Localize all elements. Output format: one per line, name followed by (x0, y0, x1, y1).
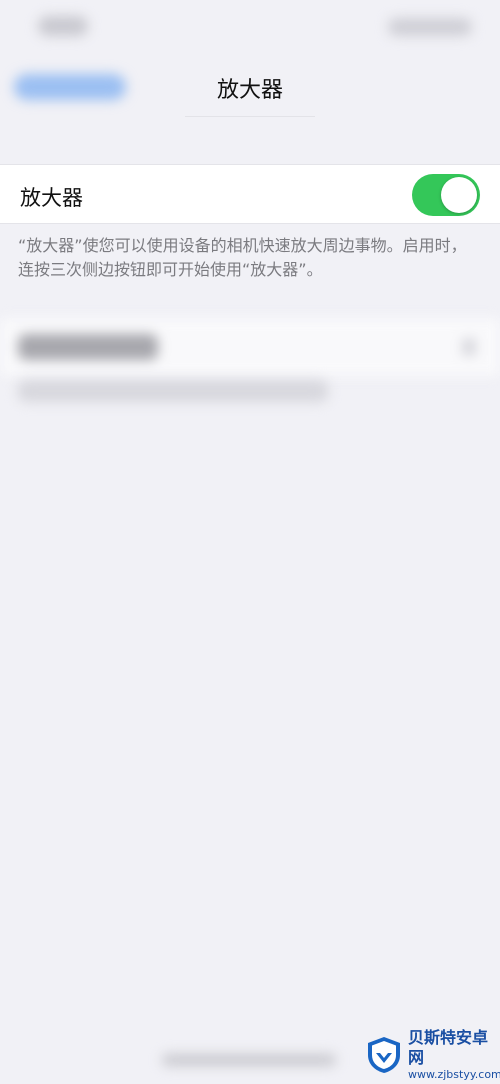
nav-divider (185, 116, 315, 117)
magnifier-setting-row: 放大器 (0, 164, 500, 224)
blurred-setting-row[interactable] (0, 318, 500, 376)
page-title: 放大器 (216, 78, 283, 103)
home-indicator (162, 1054, 336, 1066)
watermark-logo: 贝斯特安卓网 www.zjbstyy.com (364, 1028, 500, 1081)
status-time (38, 16, 88, 36)
blurred-description (18, 380, 328, 402)
watermark-url: www.zjbstyy.com (408, 1068, 500, 1081)
chevron-right-icon (462, 338, 476, 356)
navigation-bar: 放大器 (0, 54, 500, 120)
watermark-brand: 贝斯特安卓网 (408, 1028, 489, 1067)
toggle-knob (441, 177, 477, 213)
magnifier-description: “放大器”使您可以使用设备的相机快速放大周边事物。启用时，连按三次侧边按钮即可开… (18, 236, 467, 279)
blurred-row-label (18, 334, 158, 360)
magnifier-label: 放大器 (20, 186, 83, 210)
shield-logo-icon (368, 1037, 400, 1073)
magnifier-toggle[interactable] (412, 174, 480, 216)
status-icons (388, 18, 472, 36)
